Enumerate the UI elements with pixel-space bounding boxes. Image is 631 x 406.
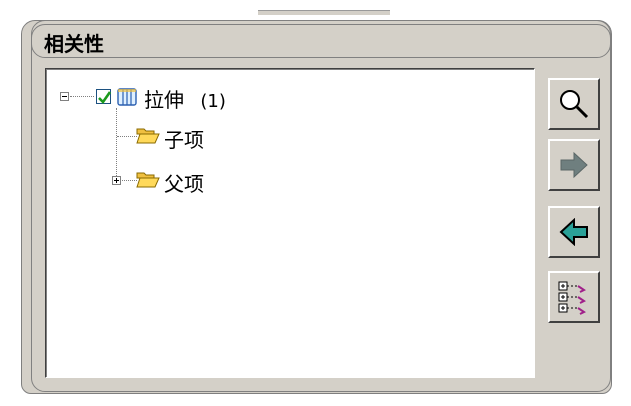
group-title: 相关性 bbox=[44, 32, 104, 56]
tree-connector bbox=[70, 96, 94, 97]
folder-open-icon bbox=[136, 128, 160, 144]
part-cylinder-icon bbox=[117, 88, 137, 106]
top-tab-indicator bbox=[258, 10, 390, 15]
root-count: (1) bbox=[200, 91, 226, 112]
back-button[interactable] bbox=[548, 206, 600, 258]
group-header[interactable] bbox=[31, 24, 611, 58]
root-name: 拉伸 bbox=[144, 88, 184, 112]
root-collapse-toggle[interactable] bbox=[60, 92, 69, 101]
tree-item-parent[interactable]: 父项 bbox=[164, 168, 204, 197]
checkmark-icon bbox=[98, 91, 112, 105]
parent-expand-toggle[interactable] bbox=[112, 176, 121, 185]
expand-tree-button[interactable] bbox=[548, 271, 600, 323]
root-label[interactable]: 拉伸 (1) bbox=[144, 84, 226, 113]
forward-button[interactable] bbox=[548, 139, 600, 191]
folder-open-icon bbox=[136, 172, 160, 188]
dependency-tree[interactable] bbox=[45, 68, 535, 378]
tree-connector bbox=[122, 180, 137, 181]
search-button[interactable] bbox=[548, 78, 600, 130]
tree-connector bbox=[116, 108, 117, 180]
tree-expand-icon bbox=[558, 281, 586, 315]
tree-item-child[interactable]: 子项 bbox=[164, 124, 204, 153]
arrow-left-icon bbox=[559, 218, 588, 246]
magnifier-icon bbox=[560, 90, 589, 119]
arrow-right-icon bbox=[560, 151, 588, 179]
tree-connector bbox=[117, 136, 137, 137]
root-checkbox[interactable] bbox=[96, 89, 112, 105]
